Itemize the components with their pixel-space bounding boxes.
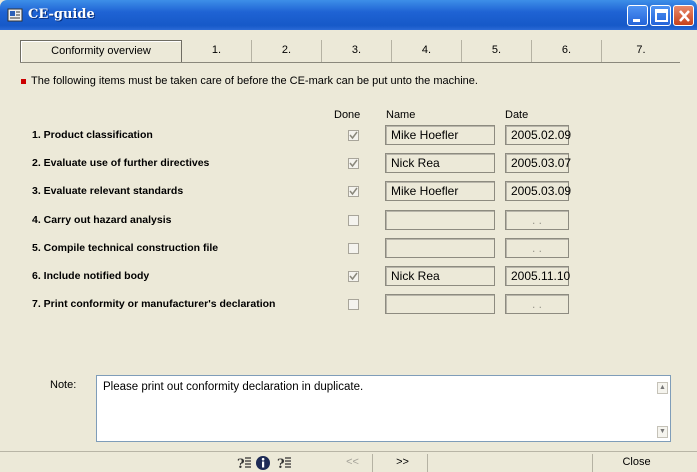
intro-text: The following items must be taken care o… — [31, 75, 478, 87]
tab-label: 2. — [281, 44, 292, 56]
scroll-up-button[interactable]: ▲ — [657, 382, 668, 394]
tab-strip: Conformity overview 1. 2. 3. 4. 5. 6. 7. — [20, 40, 680, 63]
tab-label: 3. — [351, 44, 362, 56]
app-icon — [7, 7, 23, 23]
name-field[interactable]: Nick Rea — [385, 153, 495, 173]
tab-label: 6. — [561, 44, 572, 56]
tab-5[interactable]: 5. — [462, 40, 532, 62]
done-checkbox[interactable] — [348, 271, 359, 282]
date-field[interactable]: 2005.03.09 — [505, 181, 571, 201]
footer-divider — [0, 451, 697, 452]
name-field[interactable] — [385, 294, 495, 314]
minimize-button[interactable] — [627, 5, 648, 26]
red-bullet-icon — [21, 79, 26, 84]
svg-text:?: ? — [277, 457, 285, 471]
svg-text:?: ? — [237, 457, 245, 471]
help-tool-icon[interactable]: ? — [236, 455, 253, 472]
scroll-down-button[interactable]: ▼ — [657, 426, 668, 438]
name-field[interactable] — [385, 238, 495, 258]
column-header-name: Name — [386, 109, 416, 121]
name-field[interactable]: Mike Hoefler — [385, 181, 495, 201]
tab-label: 4. — [421, 44, 432, 56]
item-label: 7. Print conformity or manufacturer's de… — [32, 298, 276, 310]
tab-divider — [20, 62, 680, 63]
item-label: 1. Product classification — [32, 129, 153, 141]
name-field[interactable]: Nick Rea — [385, 266, 495, 286]
item-label: 4. Carry out hazard analysis — [32, 214, 172, 226]
title-bar[interactable]: CE-guide — [0, 0, 697, 30]
date-field[interactable]: 2005.11.10 — [505, 266, 570, 286]
done-checkbox[interactable] — [348, 299, 359, 310]
tab-conformity-overview[interactable]: Conformity overview — [20, 40, 182, 63]
done-checkbox[interactable] — [348, 130, 359, 141]
name-field[interactable] — [385, 210, 495, 230]
tab-2[interactable]: 2. — [252, 40, 322, 62]
tab-7[interactable]: 7. — [602, 40, 680, 62]
ce-guide-window: CE-guide Conformity overview 1. 2. 3. 4.… — [0, 0, 697, 472]
item-label: 2. Evaluate use of further directives — [32, 157, 210, 169]
date-field[interactable]: 2005.03.07 — [505, 153, 571, 173]
maximize-button[interactable] — [650, 5, 671, 26]
tab-label: 5. — [491, 44, 502, 56]
tab-3[interactable]: 3. — [322, 40, 392, 62]
note-text: Please print out conformity declaration … — [103, 381, 364, 393]
item-label: 5. Compile technical construction file — [32, 242, 219, 254]
item-label: 3. Evaluate relevant standards — [32, 185, 184, 197]
done-checkbox[interactable] — [348, 215, 359, 226]
tab-4[interactable]: 4. — [392, 40, 462, 62]
tab-6[interactable]: 6. — [532, 40, 602, 62]
date-field[interactable]: . . — [505, 238, 569, 258]
tab-label: 7. — [636, 44, 646, 56]
info-icon[interactable] — [255, 455, 272, 471]
tab-label: 1. — [211, 44, 222, 56]
column-header-done: Done — [334, 109, 361, 121]
close-window-button[interactable] — [673, 5, 694, 26]
note-textarea[interactable]: Please print out conformity declaration … — [96, 375, 671, 442]
close-button[interactable]: Close — [592, 454, 680, 472]
previous-button[interactable]: << — [333, 454, 373, 472]
name-field[interactable]: Mike Hoefler — [385, 125, 495, 145]
item-label: 6. Include notified body — [32, 270, 150, 282]
column-header-date: Date — [505, 109, 529, 121]
date-field[interactable]: . . — [505, 210, 569, 230]
window-title: CE-guide — [28, 7, 95, 22]
tab-label: Conformity overview — [51, 45, 151, 57]
done-checkbox[interactable] — [348, 158, 359, 169]
help-tool-icon[interactable]: ? — [276, 455, 293, 472]
date-field[interactable]: 2005.02.09 — [505, 125, 571, 145]
tab-1[interactable]: 1. — [182, 40, 252, 62]
done-checkbox[interactable] — [348, 243, 359, 254]
date-field[interactable]: . . — [505, 294, 569, 314]
next-button[interactable]: >> — [378, 454, 428, 472]
done-checkbox[interactable] — [348, 186, 359, 197]
note-label: Note: — [50, 379, 77, 391]
